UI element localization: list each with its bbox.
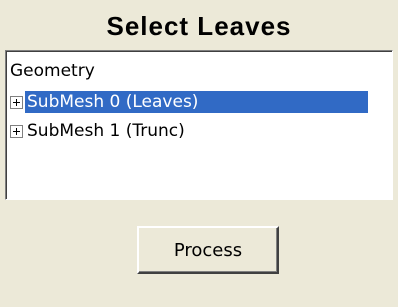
- plus-expander-icon[interactable]: [10, 95, 23, 109]
- tree-item-label[interactable]: SubMesh 0 (Leaves): [25, 91, 368, 113]
- tree-item-label[interactable]: SubMesh 1 (Trunc): [25, 120, 188, 142]
- panel-title: Select Leaves: [106, 11, 292, 41]
- geometry-tree[interactable]: Geometry SubMesh 0 (Leaves) SubMesh 1 (T…: [5, 50, 393, 200]
- process-button[interactable]: Process: [137, 226, 279, 274]
- tree-root-label: Geometry: [10, 61, 95, 81]
- tree-item-submesh-1[interactable]: SubMesh 1 (Trunc): [10, 119, 188, 143]
- tree-item-submesh-0[interactable]: SubMesh 0 (Leaves): [10, 90, 368, 114]
- select-leaves-panel: Select Leaves Geometry SubMesh 0 (Leaves…: [0, 0, 398, 307]
- plus-expander-icon[interactable]: [10, 124, 23, 138]
